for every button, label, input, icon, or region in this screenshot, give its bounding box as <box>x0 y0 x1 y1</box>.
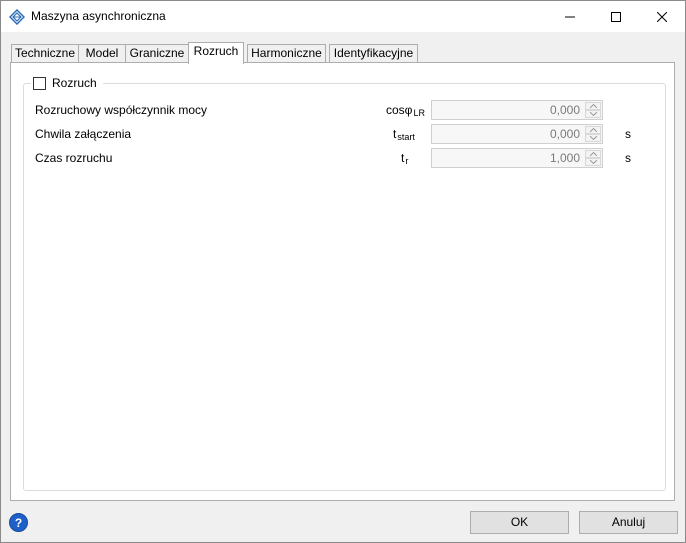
field-label: Czas rozruchu <box>35 151 113 165</box>
tab-identyfikacyjne[interactable]: Identyfikacyjne <box>329 44 418 62</box>
spinbox-arrows <box>585 150 601 166</box>
dialog-window: Maszyna asynchroniczna Techniczne Model … <box>0 0 686 543</box>
close-icon <box>657 11 667 22</box>
chevron-down-icon <box>589 112 597 116</box>
field-symbol: tstart <box>393 127 415 142</box>
spinbox-value[interactable]: 1,000 <box>550 151 580 165</box>
rozruch-checkbox[interactable] <box>33 76 46 90</box>
field-symbol: cosφLR <box>386 103 425 118</box>
field-label: Chwila załączenia <box>35 127 132 141</box>
symbol-main: t <box>393 127 397 141</box>
minimize-button[interactable] <box>547 1 593 32</box>
rozruch-group-header: Rozruch <box>31 75 103 91</box>
minimize-icon <box>565 16 575 17</box>
spin-up-button[interactable] <box>585 126 601 134</box>
tab-techniczne[interactable]: Techniczne <box>11 44 79 62</box>
symbol-main: t <box>401 151 405 165</box>
maximize-button[interactable] <box>593 1 639 32</box>
field-row-t-r: Czas rozruchu tr 1,000 s <box>11 148 676 170</box>
chevron-up-icon <box>589 104 597 108</box>
field-unit: s <box>625 127 631 141</box>
rozruch-checkbox-label[interactable]: Rozruch <box>52 76 97 90</box>
symbol-subscript: r <box>405 156 409 166</box>
field-symbol: tr <box>401 151 408 166</box>
window-title: Maszyna asynchroniczna <box>31 9 166 23</box>
field-row-t-start: Chwila załączenia tstart 0,000 s <box>11 124 676 146</box>
help-icon: ? <box>14 515 23 530</box>
title-bar[interactable]: Maszyna asynchroniczna <box>1 1 685 32</box>
field-row-cosfi: Rozruchowy współczynnik mocy cosφLR 0,00… <box>11 100 676 122</box>
chevron-down-icon <box>589 136 597 140</box>
spinbox-arrows <box>585 126 601 142</box>
close-button[interactable] <box>639 1 685 32</box>
app-diamond-icon <box>8 8 26 26</box>
field-unit: s <box>625 151 631 165</box>
spinbox-value[interactable]: 0,000 <box>550 127 580 141</box>
chevron-down-icon <box>589 160 597 164</box>
ok-button[interactable]: OK <box>470 511 569 534</box>
spinbox-arrows <box>585 102 601 118</box>
tab-graniczne[interactable]: Graniczne <box>125 44 189 62</box>
spin-up-button[interactable] <box>585 102 601 110</box>
spinbox-value[interactable]: 0,000 <box>550 103 580 117</box>
spin-up-button[interactable] <box>585 150 601 158</box>
cosfi-lr-spinbox[interactable]: 0,000 <box>431 100 603 120</box>
maximize-icon <box>611 11 621 22</box>
tab-panel-rozruch: Rozruch Rozruchowy współczynnik mocy cos… <box>10 62 675 501</box>
symbol-subscript: LR <box>413 108 425 118</box>
dialog-button-bar: ? OK Anuluj <box>1 505 685 541</box>
spin-down-button[interactable] <box>585 158 601 166</box>
symbol-main: cosφ <box>386 103 413 117</box>
t-start-spinbox[interactable]: 0,000 <box>431 124 603 144</box>
cancel-button[interactable]: Anuluj <box>579 511 678 534</box>
tab-harmoniczne[interactable]: Harmoniczne <box>247 44 326 62</box>
chevron-up-icon <box>589 128 597 132</box>
help-button[interactable]: ? <box>9 513 28 532</box>
tab-rozruch[interactable]: Rozruch <box>188 42 244 64</box>
chevron-up-icon <box>589 152 597 156</box>
tab-model[interactable]: Model <box>78 44 126 62</box>
field-label: Rozruchowy współczynnik mocy <box>35 103 208 117</box>
t-r-spinbox[interactable]: 1,000 <box>431 148 603 168</box>
spin-down-button[interactable] <box>585 110 601 118</box>
symbol-subscript: start <box>397 132 415 142</box>
spin-down-button[interactable] <box>585 134 601 142</box>
